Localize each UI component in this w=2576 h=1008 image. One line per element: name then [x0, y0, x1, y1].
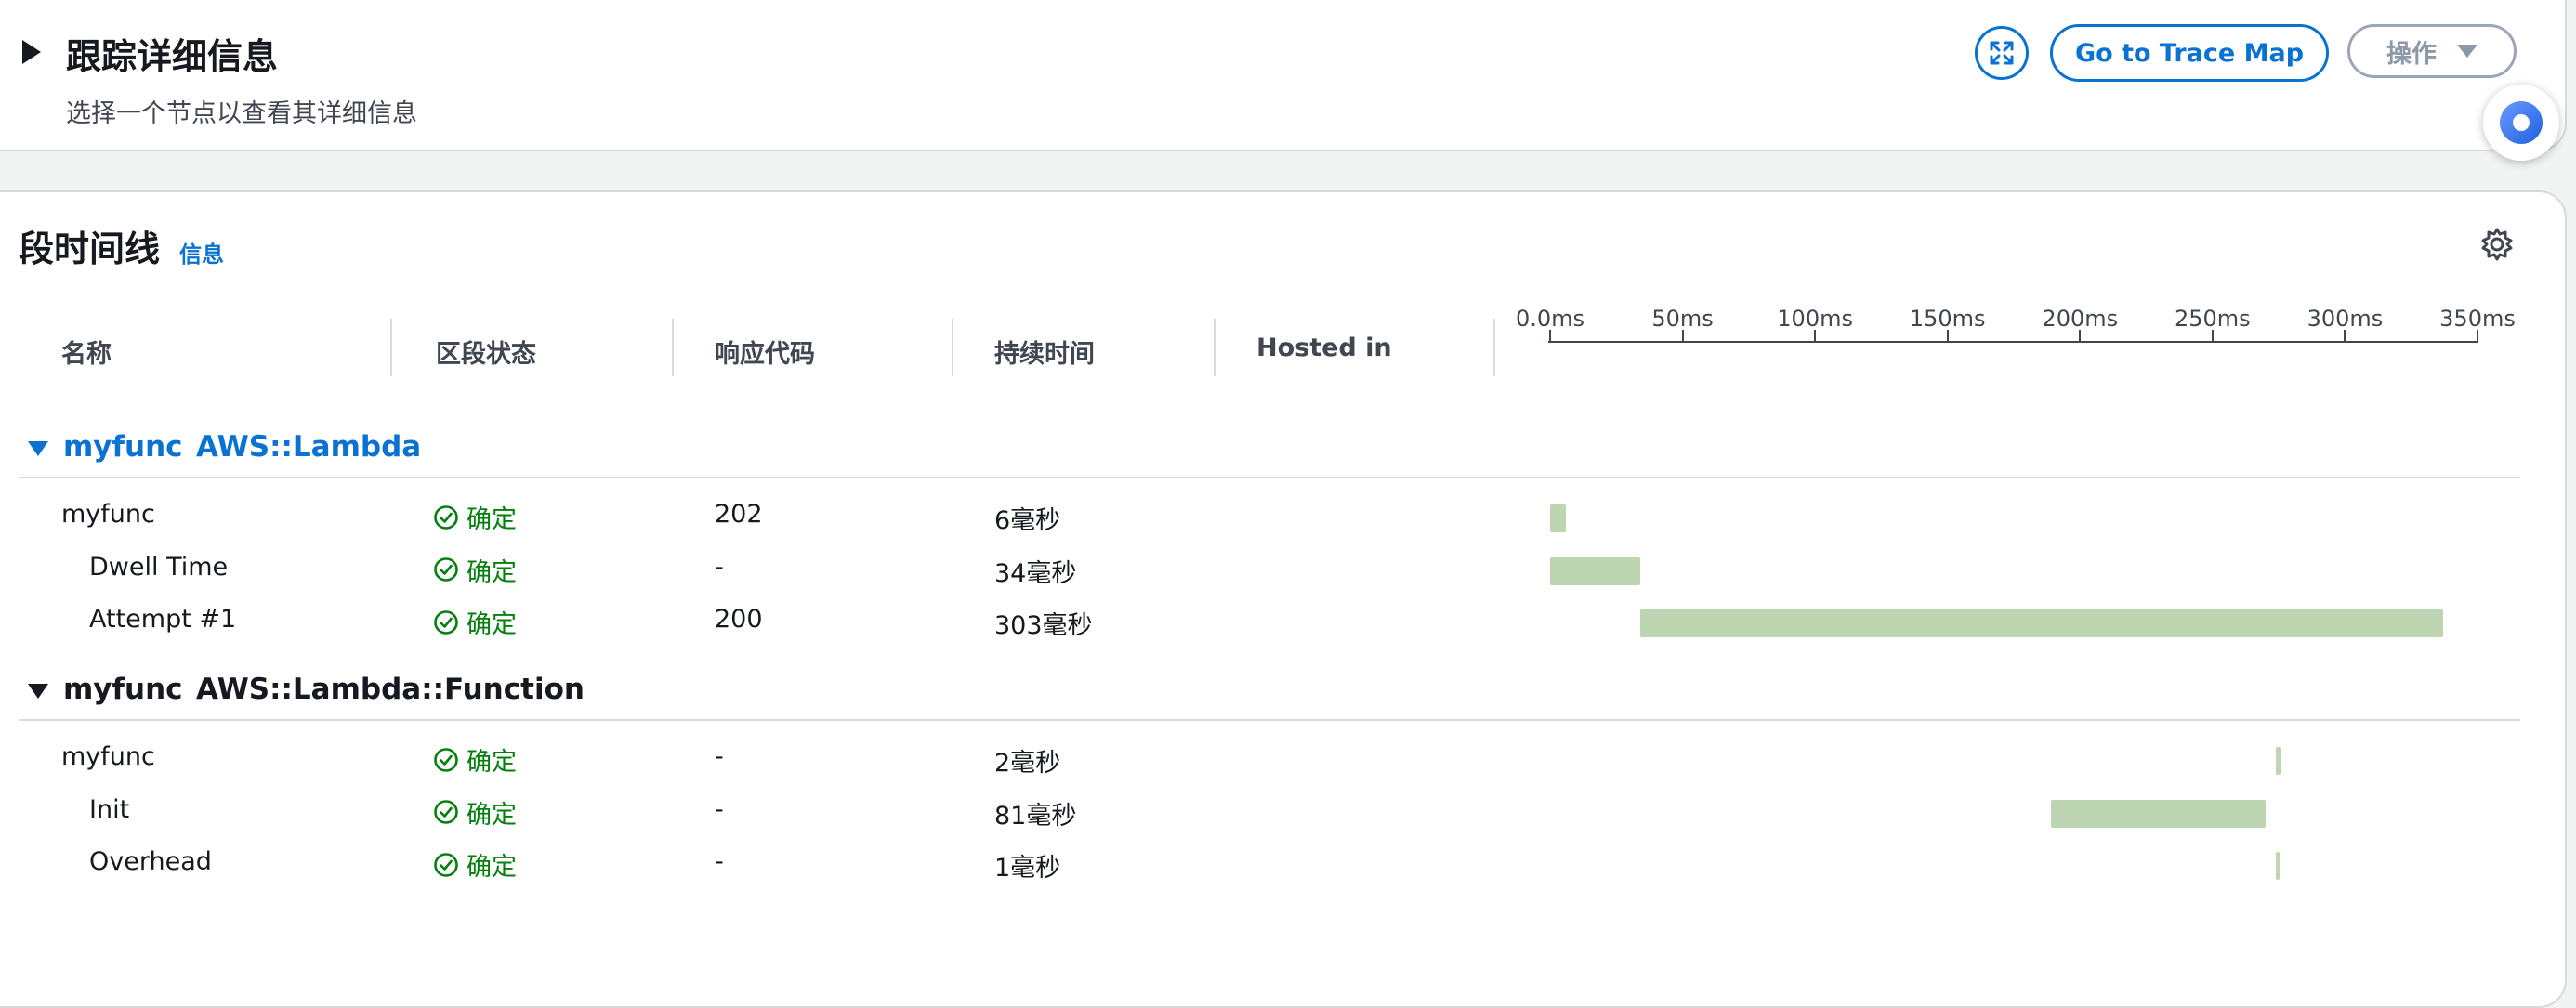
- segment-name: Attempt #1: [89, 605, 237, 634]
- duration-bar[interactable]: [1550, 504, 1567, 532]
- actions-label: 操作: [2386, 39, 2437, 69]
- chat-assistant-button[interactable]: [2483, 85, 2559, 161]
- axis-tick-label: 300ms: [2307, 306, 2384, 332]
- column-divider[interactable]: [952, 319, 953, 376]
- settings-gear-icon[interactable]: [2478, 226, 2516, 263]
- collapse-caret-icon[interactable]: [28, 441, 48, 456]
- duration-bar[interactable]: [2050, 799, 2266, 828]
- axis-tick-label: 0.0ms: [1515, 306, 1585, 332]
- axis-tick: [2477, 330, 2478, 343]
- axis-tick-label: 250ms: [2174, 306, 2251, 332]
- column-header-name[interactable]: 名称: [61, 334, 112, 370]
- info-link[interactable]: 信息: [179, 236, 224, 268]
- check-circle-icon: [434, 504, 458, 530]
- axis-tick-label: 50ms: [1651, 306, 1714, 332]
- duration: 1毫秒: [994, 854, 1061, 883]
- column-divider[interactable]: [1493, 319, 1495, 376]
- response-code: -: [715, 742, 724, 771]
- group-name[interactable]: myfunc: [63, 430, 183, 464]
- collapse-caret-icon[interactable]: [28, 684, 48, 699]
- segment-name: myfunc: [61, 742, 155, 771]
- axis-tick-label: 200ms: [2042, 306, 2119, 332]
- duration-bar[interactable]: [1550, 556, 1640, 585]
- axis-tick: [1946, 330, 1949, 343]
- column-header-response-code[interactable]: 响应代码: [715, 334, 815, 370]
- response-code: -: [715, 552, 724, 582]
- segments-timeline-title: 段时间线: [19, 229, 161, 269]
- axis-tick: [2211, 330, 2214, 343]
- status-label: 确定: [467, 748, 517, 777]
- status-label: 确定: [467, 610, 517, 639]
- axis-tick-label: 350ms: [2439, 306, 2516, 332]
- duration: 34毫秒: [994, 558, 1077, 588]
- response-code: -: [715, 847, 724, 876]
- segment-name: myfunc: [61, 500, 155, 529]
- segment-name: Dwell Time: [89, 552, 229, 582]
- status-badge: 确定: [433, 604, 517, 640]
- response-code: 202: [715, 500, 763, 529]
- response-code: -: [715, 794, 724, 824]
- status-label: 确定: [467, 800, 517, 830]
- check-circle-icon: [434, 852, 458, 877]
- column-header-status[interactable]: 区段状态: [436, 334, 536, 370]
- duration-bar[interactable]: [1639, 609, 2443, 637]
- status-badge: 确定: [433, 794, 517, 831]
- trace-details-title: 跟踪详细信息: [66, 36, 279, 77]
- axis-tick-label: 150ms: [1909, 306, 1986, 332]
- group-type[interactable]: AWS::Lambda: [196, 430, 421, 464]
- column-divider[interactable]: [1214, 319, 1216, 376]
- actions-dropdown-button[interactable]: 操作: [2347, 24, 2517, 78]
- group-divider: [19, 477, 2520, 478]
- response-code: 200: [715, 605, 763, 634]
- axis-tick: [2079, 330, 2082, 343]
- column-header-hosted-in[interactable]: Hosted in: [1256, 334, 1392, 362]
- column-divider[interactable]: [390, 319, 392, 376]
- expand-caret-icon[interactable]: [22, 40, 41, 64]
- fullscreen-button[interactable]: [1975, 26, 2029, 80]
- timeline-axis: [1548, 341, 2477, 343]
- go-to-trace-map-button[interactable]: Go to Trace Map: [2050, 24, 2329, 82]
- check-circle-icon: [434, 747, 458, 772]
- fullscreen-icon: [1990, 41, 2014, 65]
- status-badge: 确定: [433, 499, 517, 535]
- duration-bar[interactable]: [2276, 852, 2280, 880]
- status-badge: 确定: [433, 552, 517, 588]
- duration-bar[interactable]: [2276, 747, 2281, 775]
- segment-name: Init: [89, 794, 130, 824]
- check-circle-icon: [434, 609, 458, 635]
- status-label: 确定: [467, 853, 517, 882]
- axis-tick: [1549, 330, 1551, 343]
- column-header-duration[interactable]: 持续时间: [994, 334, 1095, 370]
- axis-tick: [1681, 330, 1684, 343]
- status-badge: 确定: [433, 846, 517, 883]
- trace-details-subtitle: 选择一个节点以查看其详细信息: [66, 99, 417, 128]
- status-badge: 确定: [433, 741, 517, 778]
- check-circle-icon: [434, 557, 458, 582]
- column-divider[interactable]: [672, 319, 674, 376]
- duration: 6毫秒: [994, 506, 1061, 535]
- group-name[interactable]: myfunc: [63, 673, 183, 706]
- group-type[interactable]: AWS::Lambda::Function: [196, 673, 585, 706]
- status-label: 确定: [467, 505, 517, 534]
- group-divider: [19, 719, 2520, 721]
- check-circle-icon: [434, 800, 458, 824]
- axis-tick: [2344, 330, 2346, 343]
- dropdown-caret-icon: [2457, 45, 2477, 58]
- axis-tick-label: 100ms: [1777, 306, 1853, 332]
- segment-name: Overhead: [89, 847, 212, 876]
- duration: 81毫秒: [994, 801, 1077, 831]
- axis-tick: [1814, 330, 1817, 343]
- duration: 303毫秒: [994, 611, 1093, 640]
- duration: 2毫秒: [994, 749, 1061, 778]
- chat-icon: [2500, 101, 2543, 144]
- status-label: 确定: [467, 557, 517, 587]
